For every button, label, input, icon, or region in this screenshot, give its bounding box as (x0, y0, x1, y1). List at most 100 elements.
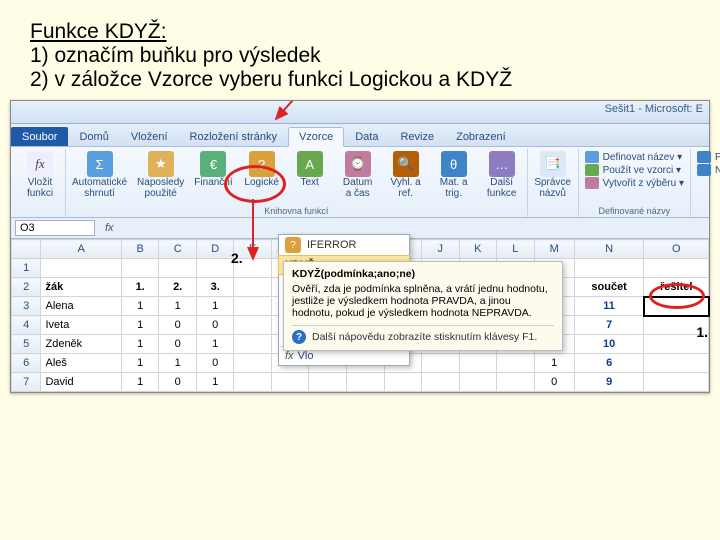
ribbon-datum[interactable]: ⌚Datum a čas (335, 149, 381, 201)
ribbon-automatické[interactable]: ΣAutomatické shrnutí (68, 149, 131, 201)
annotation-label-2: 2. (231, 250, 243, 266)
header-cell[interactable]: 2. (159, 278, 197, 297)
cell[interactable]: 1 (121, 373, 159, 392)
col-header[interactable] (12, 240, 41, 259)
header-cell[interactable]: žák (41, 278, 121, 297)
cell[interactable] (459, 373, 497, 392)
cell[interactable]: 1 (159, 354, 197, 373)
cell[interactable] (422, 373, 460, 392)
tab-vložení[interactable]: Vložení (120, 127, 179, 146)
cell-sum[interactable]: 10 (574, 335, 644, 354)
name-side-vytvořit-z-výběru[interactable]: Vytvořit z výběru ▾ (585, 177, 684, 189)
cell-result[interactable] (644, 354, 709, 373)
header-cell[interactable]: 3. (196, 278, 234, 297)
tab-rozložení-stránky[interactable]: Rozložení stránky (179, 127, 288, 146)
cell[interactable] (384, 373, 422, 392)
tooltip-title: KDYŽ(podmínka;ano;ne) (292, 268, 554, 280)
insert-function-button[interactable]: fx Vložit funkci (17, 149, 63, 201)
cell[interactable]: 0 (534, 373, 574, 392)
cell[interactable]: 0 (196, 316, 234, 335)
cell-name[interactable]: Zdeněk (41, 335, 121, 354)
instruction-line1: 1) označím buňku pro výsledek (30, 44, 321, 67)
tab-vzorce[interactable]: Vzorce (288, 127, 344, 147)
fx-icon[interactable]: fx (105, 222, 114, 234)
cell[interactable] (309, 373, 347, 392)
ribbon-text[interactable]: AText (287, 149, 333, 201)
col-header[interactable]: C (159, 240, 197, 259)
dropdown-header-icon: ? (285, 237, 301, 253)
cell[interactable] (234, 373, 272, 392)
cell[interactable] (497, 373, 535, 392)
header-cell[interactable] (234, 278, 272, 297)
name-side-definovat-název[interactable]: Definovat název ▾ (585, 151, 684, 163)
tab-file[interactable]: Soubor (11, 127, 68, 146)
cell-name[interactable]: David (41, 373, 121, 392)
trace-side-následn[interactable]: Následn (697, 164, 720, 176)
cell-result[interactable] (644, 373, 709, 392)
instruction-line2: 2) v záložce Vzorce vyberu funkci Logick… (30, 68, 512, 91)
cell[interactable] (347, 373, 385, 392)
cell-sum[interactable]: 11 (574, 297, 644, 316)
cell[interactable]: 0 (196, 354, 234, 373)
header-cell[interactable]: řešitel (644, 278, 709, 297)
name-box[interactable]: O3 (15, 220, 95, 236)
cell-sum[interactable]: 9 (574, 373, 644, 392)
instruction-block: Funkce KDYŽ: 1) označím buňku pro výsled… (0, 0, 720, 100)
ribbon-finanční[interactable]: €Finanční (190, 149, 236, 201)
cell[interactable] (234, 354, 272, 373)
cell[interactable]: 0 (159, 373, 197, 392)
trace-side-předch[interactable]: Předch (697, 151, 720, 163)
col-header[interactable]: D (196, 240, 234, 259)
col-header[interactable]: J (422, 240, 460, 259)
cell-name[interactable]: Alena (41, 297, 121, 316)
help-icon: ? (292, 330, 306, 344)
tab-domů[interactable]: Domů (68, 127, 119, 146)
name-manager-button[interactable]: 📑 Správce názvů (530, 149, 576, 201)
cell[interactable]: 1 (121, 297, 159, 316)
cell-name[interactable]: Iveta (41, 316, 121, 335)
col-header[interactable]: L (497, 240, 535, 259)
annotation-label-1: 1. (696, 324, 708, 340)
cell[interactable]: 1 (534, 354, 574, 373)
cell[interactable]: 1 (196, 373, 234, 392)
cell[interactable] (234, 316, 272, 335)
instruction-title: Funkce KDYŽ: (30, 20, 167, 43)
ribbon-logické[interactable]: ?Logické (239, 149, 285, 201)
cell-name[interactable]: Aleš (41, 354, 121, 373)
cell[interactable] (422, 354, 460, 373)
col-header[interactable]: K (459, 240, 497, 259)
cell[interactable]: 1 (121, 354, 159, 373)
tab-data[interactable]: Data (344, 127, 389, 146)
cell-sum[interactable]: 7 (574, 316, 644, 335)
header-cell[interactable]: součet (574, 278, 644, 297)
cell-result[interactable] (644, 297, 709, 316)
col-header[interactable]: A (41, 240, 121, 259)
ribbon-vyhl. a[interactable]: 🔍Vyhl. a ref. (383, 149, 429, 201)
cell[interactable]: 1 (196, 297, 234, 316)
header-cell[interactable]: 1. (121, 278, 159, 297)
cell[interactable] (497, 354, 535, 373)
cell[interactable]: 1 (196, 335, 234, 354)
cell[interactable] (234, 297, 272, 316)
cell[interactable]: 1 (121, 335, 159, 354)
col-header[interactable]: N (574, 240, 644, 259)
cell[interactable] (234, 335, 272, 354)
col-header[interactable]: B (121, 240, 159, 259)
cell[interactable]: 1 (159, 297, 197, 316)
col-header[interactable]: M (534, 240, 574, 259)
tab-zobrazení[interactable]: Zobrazení (445, 127, 517, 146)
cell[interactable] (459, 354, 497, 373)
col-header[interactable]: O (644, 240, 709, 259)
ribbon-naposledy[interactable]: ★Naposledy použité (133, 149, 188, 201)
ribbon-další[interactable]: …Další funkce (479, 149, 525, 201)
cell[interactable]: 0 (159, 335, 197, 354)
cell[interactable]: 0 (159, 316, 197, 335)
ribbon-mat. a[interactable]: θMat. a trig. (431, 149, 477, 201)
tab-revize[interactable]: Revize (389, 127, 445, 146)
name-side-použít-ve-vzorci[interactable]: Použít ve vzorci ▾ (585, 164, 684, 176)
cell[interactable]: 1 (121, 316, 159, 335)
cell[interactable] (271, 373, 309, 392)
group-label-library: Knihovna funkcí (264, 206, 328, 217)
cell-sum[interactable]: 6 (574, 354, 644, 373)
row-header[interactable]: 1 (12, 259, 41, 278)
